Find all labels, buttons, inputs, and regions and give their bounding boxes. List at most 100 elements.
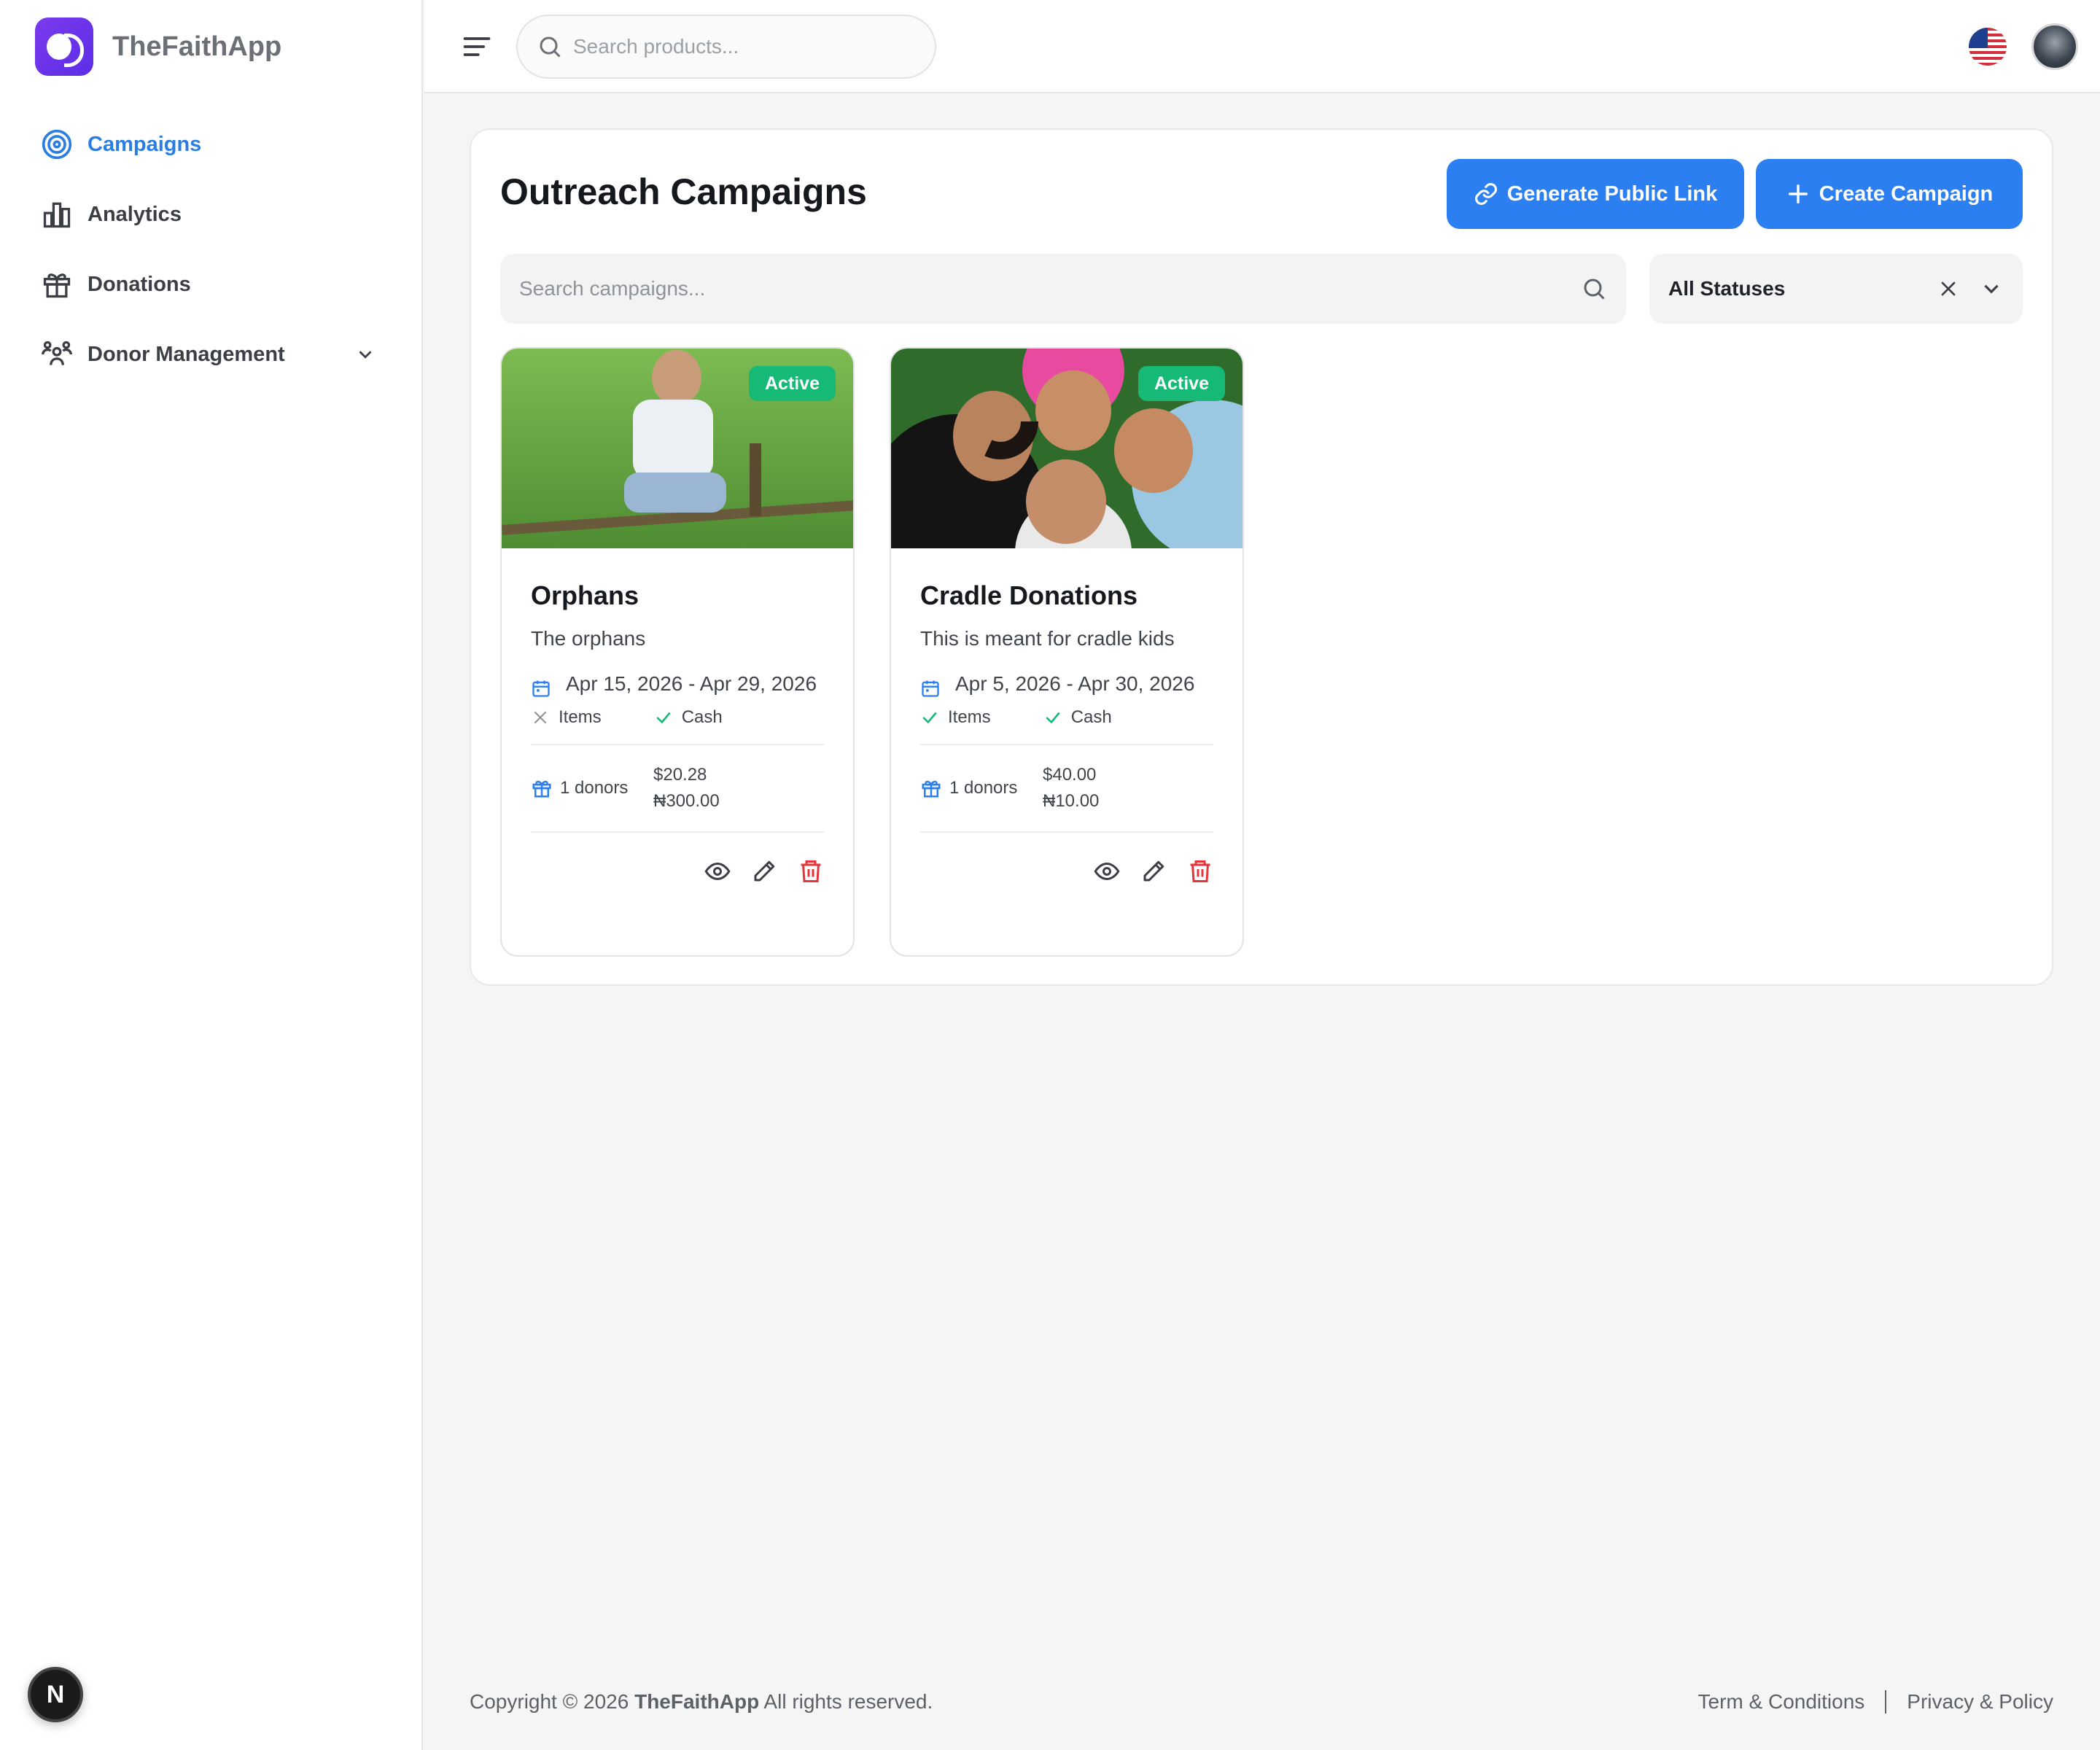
donation-type-label: Cash	[1070, 707, 1112, 727]
donation-type-items: Items	[920, 707, 1017, 728]
campaign-search[interactable]	[500, 254, 1626, 324]
amount-ngn: ₦300.00	[653, 791, 720, 811]
sidebar-item-label: Donations	[88, 272, 191, 296]
donor-count: 1 donors	[531, 777, 653, 799]
campaign-description: This is meant for cradle kids	[920, 627, 1175, 650]
check-icon	[922, 712, 937, 724]
donor-count: 1 donors	[920, 777, 1043, 799]
sidebar-item-donor-management[interactable]: Donor Management	[41, 319, 391, 389]
campaign-description: The orphans	[531, 627, 646, 650]
card-actions	[920, 833, 1213, 910]
us-flag-icon[interactable]	[1969, 28, 2007, 66]
campaign-dates: Apr 15, 2026 - Apr 29, 2026	[531, 669, 824, 699]
page-title: Outreach Campaigns	[500, 171, 867, 212]
link-icon	[1474, 183, 1497, 205]
donation-type-label: Items	[559, 707, 602, 727]
sidebar-item-label: Campaigns	[88, 132, 202, 156]
card-actions	[531, 833, 824, 910]
status-filter-select[interactable]: All Statuses	[1649, 254, 2023, 324]
sidebar: TheFaithApp Campaigns Analytics Donation…	[0, 0, 423, 1750]
campaign-image: Active	[891, 349, 1242, 548]
app-name: TheFaithApp	[112, 31, 282, 62]
campaign-stats: 1 donors $20.28 ₦300.00	[531, 745, 824, 833]
status-badge: Active	[1138, 366, 1225, 401]
product-search[interactable]	[516, 15, 936, 79]
campaign-date-range: Apr 15, 2026 - Apr 29, 2026	[566, 672, 817, 695]
donation-type-label: Cash	[681, 707, 723, 727]
footer-divider	[1885, 1690, 1887, 1714]
gift-icon	[43, 273, 71, 298]
check-icon	[1046, 712, 1060, 724]
check-icon	[656, 712, 671, 724]
donation-types: Items Cash	[531, 707, 824, 745]
search-icon	[1584, 279, 1605, 300]
campaign-card[interactable]: Active Cradle Donations This is meant fo…	[890, 347, 1244, 957]
gift-icon	[532, 780, 551, 798]
copyright-prefix: Copyright © 2026	[470, 1690, 629, 1713]
campaign-image: Active	[502, 349, 853, 548]
calendar-icon	[532, 680, 550, 697]
x-icon	[534, 711, 547, 724]
donation-type-items: Items	[531, 707, 628, 728]
sidebar-nav: Campaigns Analytics Donations Donor Mana…	[41, 109, 391, 389]
product-search-input[interactable]	[573, 35, 894, 58]
campaign-date-range: Apr 5, 2026 - Apr 30, 2026	[955, 672, 1195, 695]
bar-chart-icon	[43, 202, 71, 228]
generate-public-link-button[interactable]: Generate Public Link	[1447, 159, 1744, 229]
chevron-down-icon[interactable]	[354, 343, 376, 365]
donor-count-label: 1 donors	[560, 778, 629, 798]
calendar-icon	[922, 680, 939, 697]
donor-count-label: 1 donors	[949, 778, 1018, 798]
footer-links: Term & Conditions Privacy & Policy	[1698, 1690, 2053, 1714]
users-icon	[42, 341, 72, 365]
logo-icon	[35, 18, 93, 76]
amount-ngn: ₦10.00	[1043, 791, 1100, 811]
donation-type-cash: Cash	[1043, 707, 1138, 728]
app-logo[interactable]: TheFaithApp	[35, 18, 281, 76]
campaign-stats: 1 donors $40.00 ₦10.00	[920, 745, 1213, 833]
terms-link[interactable]: Term & Conditions	[1698, 1690, 1865, 1714]
search-icon	[540, 36, 561, 58]
create-campaign-label: Create Campaign	[1819, 182, 1994, 206]
edit-icon[interactable]	[1140, 858, 1167, 884]
eye-icon[interactable]	[1094, 858, 1120, 884]
user-avatar[interactable]	[2031, 23, 2078, 70]
trash-icon[interactable]	[798, 858, 824, 884]
topbar	[424, 0, 2100, 93]
donation-types: Items Cash	[920, 707, 1213, 745]
plus-icon	[1788, 184, 1808, 204]
campaign-search-input[interactable]	[519, 277, 1581, 300]
donation-type-label: Items	[948, 707, 991, 727]
status-filter-value: All Statuses	[1668, 277, 1786, 300]
sidebar-item-donations[interactable]: Donations	[41, 249, 391, 319]
sidebar-item-analytics[interactable]: Analytics	[41, 179, 391, 249]
sidebar-item-label: Donor Management	[88, 342, 285, 366]
dev-tools-button[interactable]: N	[28, 1667, 83, 1722]
campaign-dates: Apr 5, 2026 - Apr 30, 2026	[920, 669, 1213, 699]
amount-usd: $20.28	[653, 765, 707, 785]
campaign-amounts: $20.28 ₦300.00	[653, 762, 720, 814]
sidebar-item-label: Analytics	[88, 202, 182, 226]
campaigns-panel: Outreach Campaigns Generate Public Link …	[470, 128, 2053, 986]
footer-brand: TheFaithApp	[634, 1690, 760, 1713]
menu-icon[interactable]	[461, 31, 493, 63]
campaign-title: Cradle Donations	[920, 580, 1138, 610]
campaign-title: Orphans	[531, 580, 639, 610]
status-badge: Active	[748, 366, 836, 401]
campaign-amounts: $40.00 ₦10.00	[1043, 762, 1099, 814]
sidebar-item-campaigns[interactable]: Campaigns	[41, 109, 391, 179]
edit-icon[interactable]	[751, 858, 777, 884]
chevron-down-icon[interactable]	[1979, 276, 2004, 301]
campaign-card[interactable]: Active Orphans The orphans Apr 15, 2026 …	[500, 347, 855, 957]
privacy-link[interactable]: Privacy & Policy	[1907, 1690, 2053, 1714]
clear-icon[interactable]	[1937, 277, 1960, 300]
eye-icon[interactable]	[704, 858, 731, 884]
target-icon	[42, 129, 72, 160]
donation-type-cash: Cash	[654, 707, 749, 728]
generate-link-label: Generate Public Link	[1506, 182, 1718, 206]
create-campaign-button[interactable]: Create Campaign	[1756, 159, 2023, 229]
copyright-suffix: All rights reserved.	[763, 1690, 933, 1713]
footer: Copyright © 2026 TheFaithApp All rights …	[470, 1690, 2053, 1714]
trash-icon[interactable]	[1187, 858, 1213, 884]
gift-icon	[922, 780, 941, 798]
